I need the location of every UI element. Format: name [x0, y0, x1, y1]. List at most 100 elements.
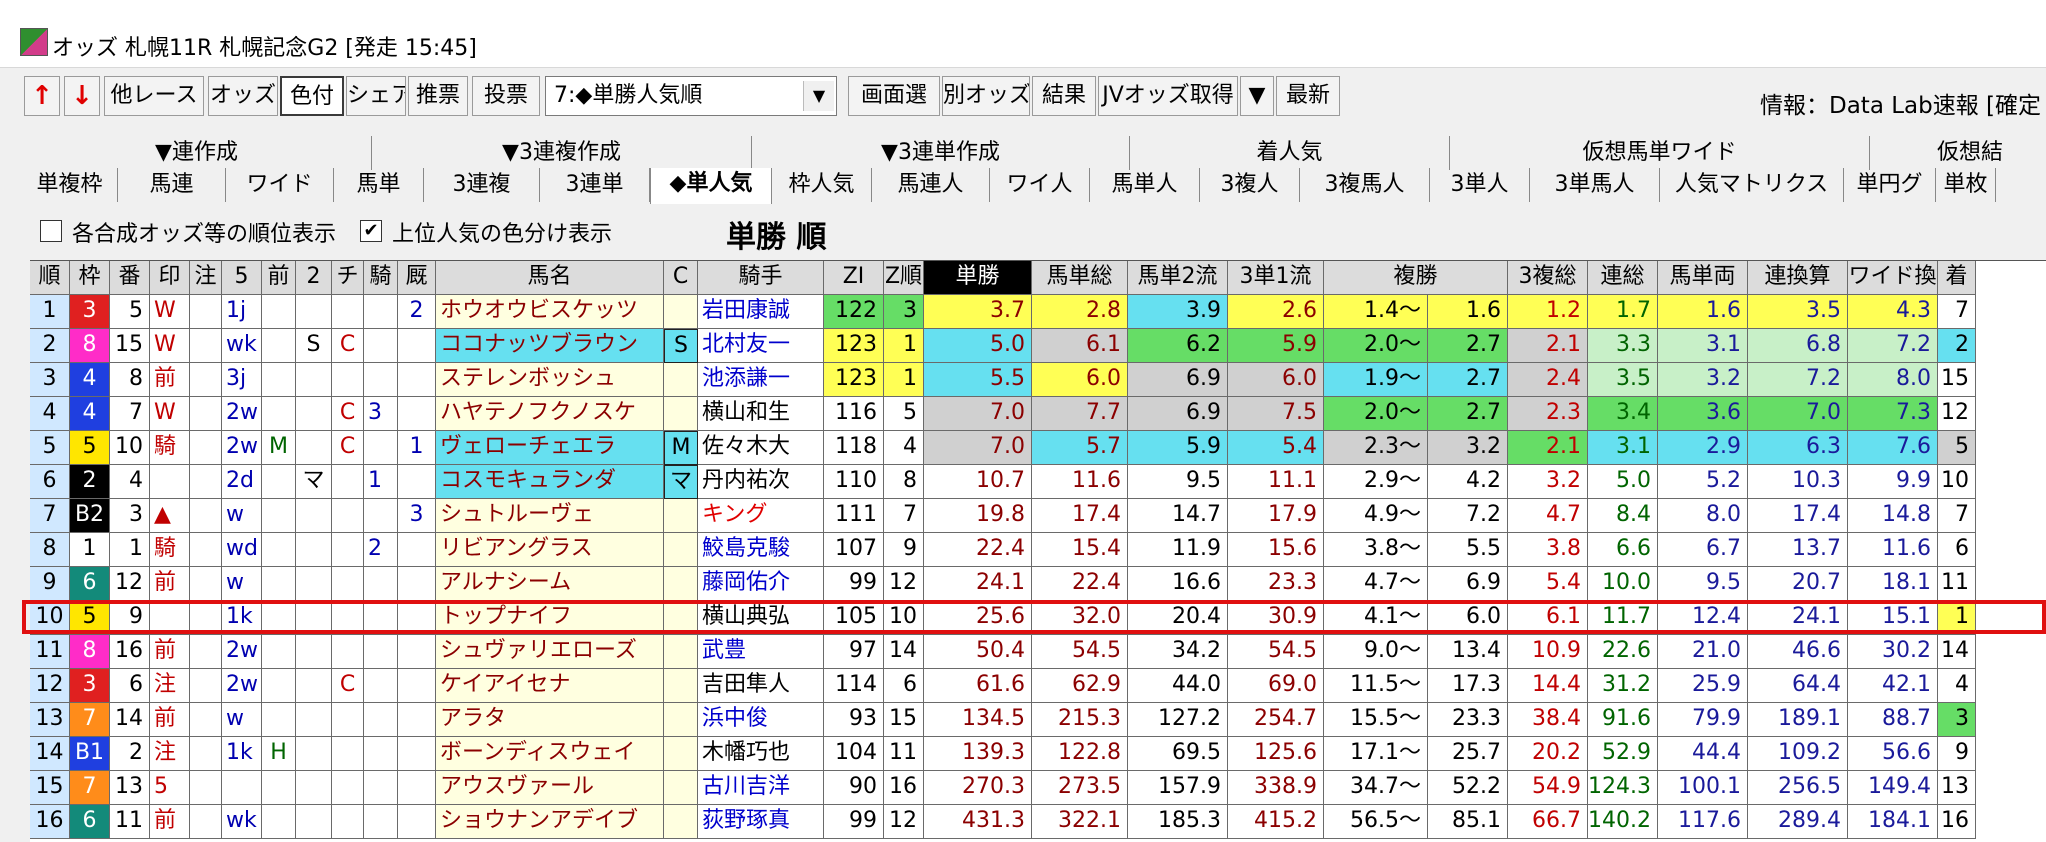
tab-11[interactable]: 3複人	[1200, 168, 1300, 202]
tab-12[interactable]: 3複馬人	[1300, 168, 1430, 202]
table-row[interactable]: 2 8 15 Wwk S C ココナッツブラウン S 北村友一 123 1 5.0 6.1 6.2 5.9 2…	[30, 329, 2046, 363]
table-row[interactable]: 1 3 5 W 1j 2 ホウオウビスケッツ 岩田康誠 122 3 3.7 2.8 3.9 2.6 1.4～…	[30, 295, 2046, 329]
table-cell: トップナイフ	[436, 601, 664, 635]
column-header[interactable]: 3複総	[1508, 261, 1588, 295]
table-row[interactable]: 11 8 16 前 2w シュヴァリエローズ 武豊 97 14 50.4 54.5 34.2 54.5 9…	[30, 635, 2046, 669]
column-header[interactable]: 騎手	[698, 261, 824, 295]
table-row[interactable]: 6 2 4 2d マ 1 コスモキュランダマ丹内祐次 110 8 10.7 11.6 9.5 11.1 2…	[30, 465, 2046, 499]
column-header[interactable]: Z順	[884, 261, 924, 295]
title-bar: オッズ 札幌11R 札幌記念G2 [発走 15:45]	[0, 0, 2046, 68]
table-cell: 8.0	[1658, 499, 1748, 533]
tab-0[interactable]: 単複枠	[22, 168, 118, 202]
column-header[interactable]: 5	[222, 261, 262, 295]
table-row[interactable]: 12 3 6 注 2w C ケイアイセナ 吉田隼人 114 6 61.6 62.9 44.0 69.0 11…	[30, 669, 2046, 703]
chevron-down-icon[interactable]: ▼	[803, 81, 834, 111]
view-select[interactable]: 7:◆単勝人気順 ▼	[545, 76, 837, 116]
table-row[interactable]: 13 7 14 前 w アラタ 浜中俊 93 15 134.5 215.3 127.2 254.7 15.…	[30, 703, 2046, 737]
other-odds-button[interactable]: 別オッズ	[942, 76, 1030, 116]
tab-6[interactable]: ◆単人気	[650, 168, 772, 204]
tab-5[interactable]: 3連単	[540, 168, 650, 202]
column-header[interactable]: 前	[262, 261, 296, 295]
table-row[interactable]: 5 5 10 騎 2w M C 1 ヴェローチェエラ M 佐々木大 118 4 7.0 5.7 5.9 5.4 2…	[30, 431, 2046, 465]
table-cell: 2.8	[1032, 295, 1128, 329]
vote-button[interactable]: 投票	[472, 76, 540, 116]
share-button[interactable]: シェア	[346, 76, 406, 116]
table-cell: 6.1	[1032, 329, 1128, 363]
column-header[interactable]: 連換算	[1748, 261, 1848, 295]
table-cell: 2	[1938, 329, 1976, 363]
jv-odds-dropdown-button[interactable]: ▼	[1240, 76, 1274, 116]
column-header[interactable]: 3単1流	[1228, 261, 1324, 295]
screen-select-button[interactable]: 画面選	[848, 76, 940, 116]
table-cell: 北村友一	[698, 329, 824, 363]
other-race-button[interactable]: 他レース	[104, 76, 204, 116]
tab-16[interactable]: 単円グ	[1844, 168, 1936, 202]
table-row[interactable]: 7 B2 3 ▲ w 3 シュトルーヴェ キング 111 7 19.8 17.4 14.7 17.9 4.9…	[30, 499, 2046, 533]
tab-ren-create[interactable]: ▼連作成	[22, 136, 372, 170]
tab-virtual-more[interactable]: 仮想結	[1870, 136, 2046, 170]
column-header[interactable]: ZI	[824, 261, 884, 295]
tab-15[interactable]: 人気マトリクス	[1660, 168, 1844, 202]
column-header[interactable]: C	[664, 261, 698, 295]
column-header[interactable]: 騎	[364, 261, 398, 295]
column-header[interactable]: 馬名	[436, 261, 664, 295]
tab-2[interactable]: ワイド	[226, 168, 334, 202]
table-row[interactable]: 14 B1 2 注 1k H ボーンディスウェイ 木幡巧也 104 11 139.3 122.8 69.…	[30, 737, 2046, 771]
table-row[interactable]: 3 4 8 前 3j ステレンボッシュ 池添謙一 123 1 5.5 6.0 6.9 6.0 1.9～ 2.…	[30, 363, 2046, 397]
tab-17[interactable]: 単枚	[1936, 168, 1996, 202]
tab-virtual-umatan-wide[interactable]: 仮想馬単ワイド	[1450, 136, 1870, 170]
column-header[interactable]: 注	[190, 261, 222, 295]
table-cell: 38.4	[1508, 703, 1588, 737]
tab-8[interactable]: 馬連人	[872, 168, 990, 202]
tab-14[interactable]: 3単馬人	[1530, 168, 1660, 202]
rank-display-checkbox[interactable]	[40, 220, 62, 242]
column-header[interactable]: 順	[30, 261, 70, 295]
column-header[interactable]: 印	[150, 261, 190, 295]
next-race-button[interactable]: ↓	[64, 76, 100, 116]
column-header[interactable]: 2	[296, 261, 332, 295]
table-cell	[190, 295, 222, 329]
column-header[interactable]: 連総	[1588, 261, 1658, 295]
prev-race-button[interactable]: ↑	[24, 76, 60, 116]
column-header[interactable]: 番	[110, 261, 150, 295]
tab-arrival-popularity[interactable]: 着人気	[1130, 136, 1450, 170]
column-header[interactable]: 着	[1938, 261, 1976, 295]
tab-3renpuku-create[interactable]: ▼3連複作成	[372, 136, 752, 170]
jv-odds-button[interactable]: JVオッズ取得	[1098, 76, 1238, 116]
table-row[interactable]: 9 6 12 前 w アルナシーム 藤岡佑介 99 12 24.1 22.4 16.6 23.3 4.7～…	[30, 567, 2046, 601]
recommend-button[interactable]: 推票	[408, 76, 468, 116]
column-header[interactable]: 枠	[70, 261, 110, 295]
table-cell	[262, 567, 296, 601]
table-cell: 14	[110, 703, 150, 737]
odds-button[interactable]: オッズ	[208, 76, 278, 116]
tab-1[interactable]: 馬連	[118, 168, 226, 202]
tab-10[interactable]: 馬単人	[1090, 168, 1200, 202]
column-header[interactable]: 馬単総	[1032, 261, 1128, 295]
column-header[interactable]: 厩	[398, 261, 436, 295]
column-header[interactable]: 馬単2流	[1128, 261, 1228, 295]
color-popularity-checkbox[interactable]: ✔	[360, 220, 382, 242]
tab-4[interactable]: 3連複	[424, 168, 540, 202]
refresh-button[interactable]: 最新	[1276, 76, 1340, 116]
column-header[interactable]: 馬単両	[1658, 261, 1748, 295]
tab-13[interactable]: 3単人	[1430, 168, 1530, 202]
table-cell	[664, 771, 698, 805]
table-row[interactable]: 4 4 7 W 2w C 3 ハヤテノフクノスケ 横山和生 116 5 7.0 7.7 6.9 7.5 2.0…	[30, 397, 2046, 431]
table-row[interactable]: 15 7 13 5 アウスヴァール 古川吉洋 90 16 270.3 273.5 157.9 338.…	[30, 771, 2046, 805]
table-cell	[398, 567, 436, 601]
table-row[interactable]: 10 5 9 1k トップナイフ 横山典弘 105 10 25.6 32.0 20.4 30.9 4.1…	[30, 601, 2046, 635]
color-button[interactable]: 色付	[280, 76, 344, 116]
column-header[interactable]: 単勝	[924, 261, 1032, 295]
tab-9[interactable]: ワイ人	[990, 168, 1090, 202]
tab-7[interactable]: 枠人気	[772, 168, 872, 202]
column-header[interactable]: 複勝	[1324, 261, 1508, 295]
tab-3rentan-create[interactable]: ▼3連単作成	[752, 136, 1130, 170]
column-header[interactable]: チ	[332, 261, 364, 295]
table-row[interactable]: 8 1 1 騎 wd 2 リビアングラス 鮫島克駿 107 9 22.4 15.4 11.9 15.6 3.…	[30, 533, 2046, 567]
result-button[interactable]: 結果	[1032, 76, 1096, 116]
column-header[interactable]: ワイド換	[1848, 261, 1938, 295]
table-cell: 2	[398, 295, 436, 329]
tab-3[interactable]: 馬単	[334, 168, 424, 202]
table-cell: 4	[30, 397, 70, 431]
table-row[interactable]: 16 6 11 前 wk ショウナンアデイブ 荻野琢真 99 12 431.3 322.1 185.3…	[30, 805, 2046, 839]
